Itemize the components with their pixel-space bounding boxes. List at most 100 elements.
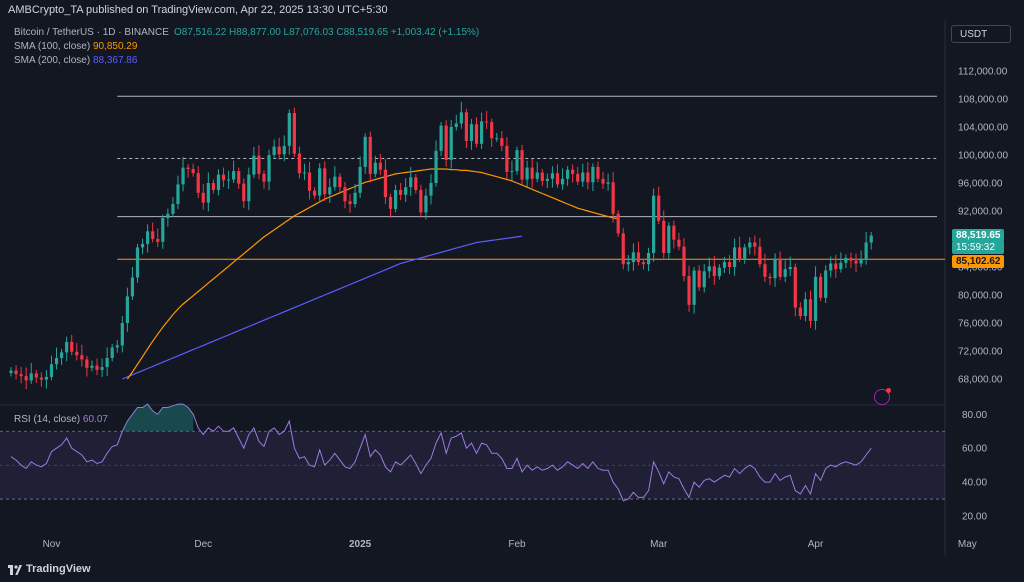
candle-body: [773, 258, 777, 279]
price-tick-label: 104,000.00: [958, 123, 1008, 134]
candle: [399, 183, 403, 201]
candle-body: [727, 262, 732, 267]
price-tick-label: 72,000.00: [958, 347, 1003, 358]
candle-body: [34, 373, 38, 378]
candle: [869, 232, 873, 250]
candle: [859, 250, 863, 267]
candle-body: [854, 260, 858, 264]
candle: [672, 220, 676, 249]
candle-body: [459, 112, 463, 124]
rsi-tick-label: 40.00: [962, 478, 987, 489]
candle-body: [196, 173, 200, 193]
sma200-legend[interactable]: SMA (200, close) 88,367.86: [14, 55, 137, 66]
candle: [753, 235, 757, 256]
candle-body: [343, 187, 347, 202]
symbol-title[interactable]: Bitcoin / TetherUS · 1D · BINANCE: [14, 27, 169, 38]
rsi-tick-label: 80.00: [962, 410, 987, 421]
currency-button[interactable]: USDT: [951, 25, 1011, 43]
candle: [454, 114, 458, 131]
candle-body: [287, 113, 291, 146]
candle-body: [85, 359, 89, 368]
candle-body: [601, 178, 605, 184]
price-tick-label: 80,000.00: [958, 291, 1003, 302]
candle-body: [125, 296, 129, 323]
candle-body: [434, 150, 438, 183]
candle-body: [19, 374, 23, 377]
candle: [226, 170, 231, 189]
sma100-legend[interactable]: SMA (100, close) 90,850.29: [14, 41, 137, 52]
candle-body: [768, 276, 772, 279]
candle: [707, 257, 711, 279]
candle-body: [626, 262, 630, 265]
candle: [211, 179, 215, 194]
candle-body: [186, 167, 190, 169]
candle-body: [439, 125, 443, 151]
tradingview-brand[interactable]: TradingView: [26, 563, 91, 575]
candle: [419, 184, 423, 218]
candle: [687, 265, 691, 312]
candle: [378, 153, 382, 175]
candle: [176, 175, 180, 210]
candle: [49, 355, 54, 381]
candle-body: [479, 121, 484, 144]
candle-body: [788, 267, 792, 270]
candle-body: [353, 192, 357, 204]
candle: [156, 228, 160, 248]
candle: [631, 243, 635, 271]
ohlc-readout: O87,516.22 H88,877.00 L87,076.03 C88,519…: [174, 27, 480, 38]
candle: [388, 193, 393, 218]
candle-body: [783, 269, 787, 277]
candle-body: [510, 171, 514, 173]
candle: [338, 173, 342, 193]
candle-body: [758, 246, 762, 265]
candle-body: [490, 122, 494, 139]
candle-body: [687, 276, 691, 305]
candle-body: [763, 264, 767, 277]
candle: [682, 237, 686, 282]
candle-body: [176, 184, 180, 204]
candle: [60, 348, 64, 365]
candle-body: [540, 172, 544, 181]
candle-body: [191, 169, 195, 174]
candle: [44, 369, 49, 389]
candle: [171, 197, 175, 218]
candle-body: [237, 171, 241, 184]
chart-canvas[interactable]: 68,000.0072,000.0076,000.0080,000.0084,0…: [0, 0, 1024, 582]
candle: [525, 160, 529, 187]
candle-body: [798, 307, 802, 316]
candle-body: [844, 257, 848, 263]
candle-body: [105, 358, 109, 368]
candle-body: [44, 376, 49, 380]
candle-body: [216, 174, 221, 190]
published-caption: AMBCrypto_TA published on TradingView.co…: [8, 4, 388, 16]
candle: [302, 163, 307, 181]
rsi-legend[interactable]: RSI (14, close) 60.07: [14, 414, 108, 425]
candle-body: [712, 266, 716, 277]
candle: [535, 162, 539, 183]
candle-body: [424, 195, 428, 213]
candle-body: [257, 155, 261, 174]
sma100-label: SMA (100, close): [14, 41, 91, 52]
candle-body: [748, 242, 752, 248]
candle: [125, 287, 129, 332]
tradingview-logo-icon[interactable]: [8, 565, 22, 575]
candle-body: [586, 172, 590, 183]
candle: [601, 171, 605, 189]
candle-body: [743, 247, 747, 259]
candle: [566, 166, 570, 186]
candle-body: [829, 263, 833, 271]
candle-body: [732, 247, 737, 267]
candle-body: [358, 166, 362, 193]
candle: [404, 178, 408, 202]
candle-body: [652, 195, 656, 253]
candle-body: [697, 270, 701, 288]
candle: [581, 163, 585, 187]
candle-body: [469, 124, 474, 141]
candle: [652, 188, 656, 262]
candle-body: [39, 377, 43, 380]
candle: [824, 265, 828, 304]
candle: [434, 140, 438, 187]
candle: [19, 367, 23, 384]
candle-body: [464, 112, 468, 141]
candle: [358, 156, 362, 199]
